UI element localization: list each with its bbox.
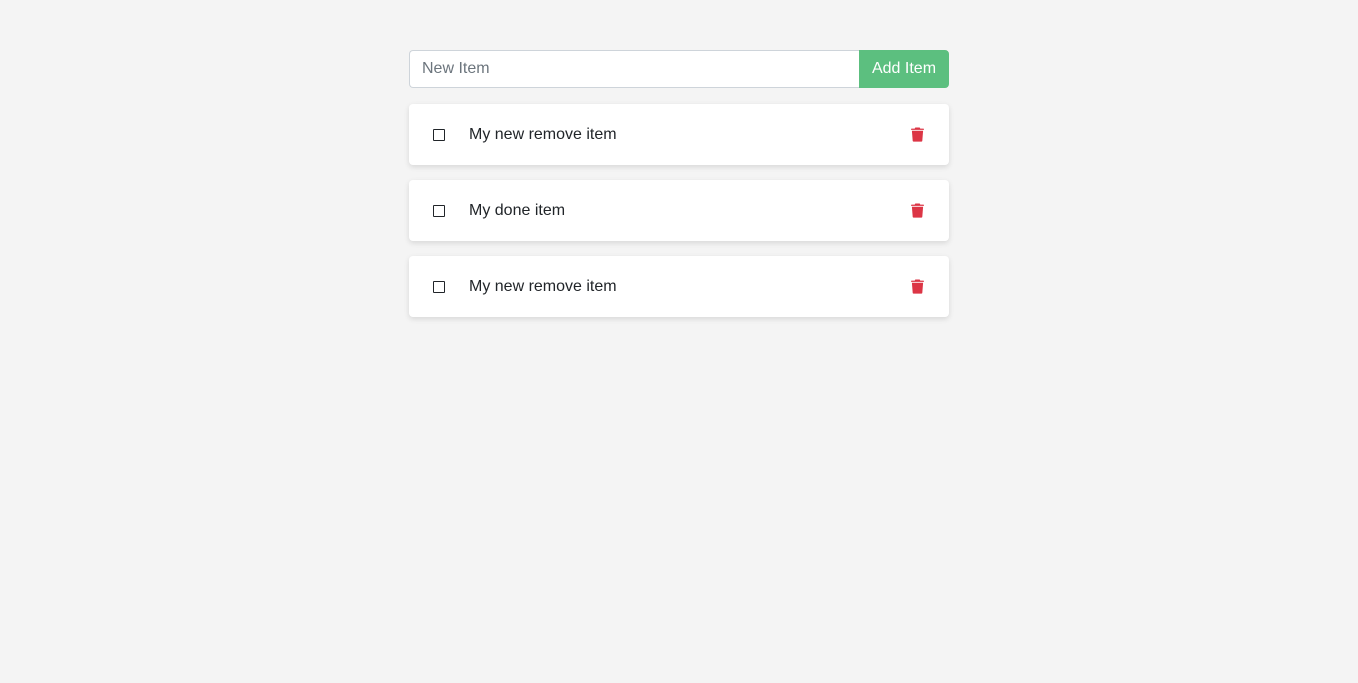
item-name: My done item [469,201,566,219]
trash-icon [910,203,924,218]
list-item: My new remove item [409,104,949,165]
list-item: My new remove item [409,256,949,317]
add-item-form: Add Item [409,50,949,88]
item-checkbox[interactable] [433,280,445,293]
add-item-button[interactable]: Add Item [859,50,949,88]
item-name: My new remove item [469,125,617,143]
remove-item-button[interactable] [907,201,927,221]
todo-app: Add Item My new remove item My done item [409,50,949,332]
trash-icon [910,279,924,294]
list-item: My done item [409,180,949,241]
item-name: My new remove item [469,277,617,295]
item-checkbox[interactable] [433,204,445,217]
remove-item-button[interactable] [907,125,927,145]
trash-icon [910,127,924,142]
new-item-input[interactable] [409,50,859,88]
remove-item-button[interactable] [907,277,927,297]
item-checkbox[interactable] [433,128,445,141]
item-list: My new remove item My done item My new r… [409,104,949,317]
